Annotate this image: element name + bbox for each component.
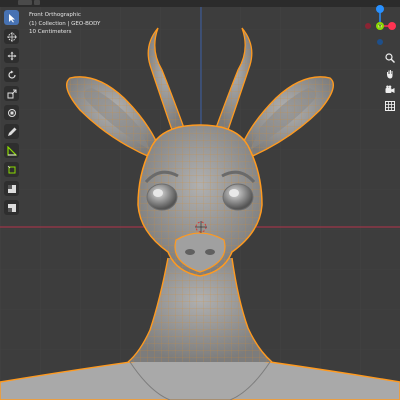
zoom-button[interactable] (384, 52, 396, 64)
header-tab[interactable] (34, 0, 40, 5)
gizmo-z-axis[interactable] (376, 5, 384, 13)
navigation-gizmo[interactable]: Y (364, 0, 398, 52)
measure-tool[interactable] (4, 143, 19, 158)
ortho-toggle-button[interactable] (384, 100, 396, 112)
gizmo-x-axis[interactable] (388, 22, 396, 30)
inset-icon (7, 203, 16, 212)
move-icon (7, 51, 16, 60)
move-tool[interactable] (4, 48, 19, 63)
add-cube-tool[interactable] (4, 162, 19, 177)
pencil-icon (7, 127, 16, 136)
cursor-icon (8, 13, 15, 22)
camera-icon (385, 85, 395, 93)
cursor-tool[interactable] (4, 29, 19, 44)
hand-icon (387, 70, 393, 79)
gizmo-neg-z-axis[interactable] (377, 39, 383, 45)
scale-icon (7, 89, 16, 98)
viewport-info: Front Orthographic (1) Collection | GEO-… (29, 11, 100, 37)
rotate-tool[interactable] (4, 67, 19, 82)
collection-line: (1) Collection | GEO-BODY (29, 20, 101, 27)
add-cube-icon (7, 165, 15, 173)
inset-tool[interactable] (4, 200, 19, 215)
extrude-tool[interactable] (4, 181, 19, 196)
rotate-icon (7, 70, 16, 79)
scale-line: 10 Centimeters (29, 29, 72, 36)
3d-cursor-icon (6, 31, 17, 42)
ruler-icon (6, 145, 17, 156)
tool-shelf (4, 10, 21, 219)
transform-tool[interactable] (4, 105, 19, 120)
viewport-canvas[interactable] (0, 0, 400, 400)
camera-view-button[interactable] (384, 84, 396, 96)
pan-button[interactable] (384, 68, 396, 80)
annotate-tool[interactable] (4, 124, 19, 139)
eye-left (146, 183, 178, 211)
magnify-icon (385, 53, 395, 63)
header-tab[interactable] (18, 0, 32, 5)
eye-right (222, 183, 254, 211)
transform-icon (7, 108, 16, 117)
grid-icon (385, 101, 395, 111)
extrude-icon (7, 184, 16, 193)
select-box-tool[interactable] (4, 10, 19, 25)
3d-viewport[interactable]: Front Orthographic (1) Collection | GEO-… (0, 0, 400, 400)
gizmo-neg-x-axis[interactable] (365, 23, 371, 29)
viewport-nav-buttons (384, 52, 398, 116)
scale-tool[interactable] (4, 86, 19, 101)
viewport-header (0, 0, 400, 7)
view-name: Front Orthographic (29, 12, 81, 18)
